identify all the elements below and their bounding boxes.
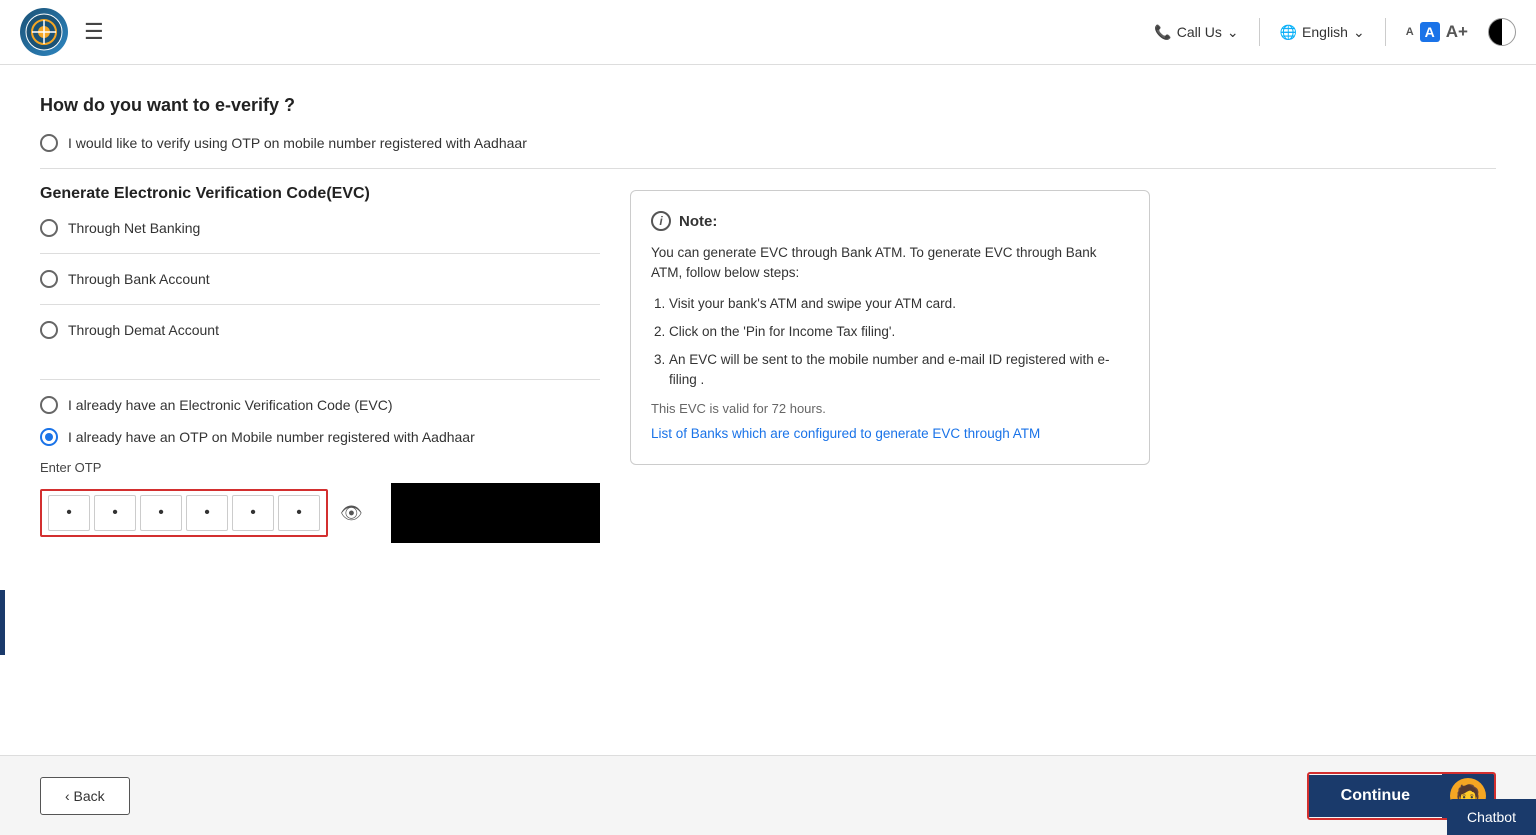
back-label: ‹ Back — [65, 788, 105, 804]
language-label: English — [1302, 24, 1348, 40]
hamburger-menu[interactable]: ☰ — [84, 19, 104, 45]
back-button[interactable]: ‹ Back — [40, 777, 130, 815]
note-title: Note: — [679, 213, 717, 230]
note-box: i Note: You can generate EVC through Ban… — [630, 190, 1150, 465]
redacted-content — [391, 483, 600, 543]
info-icon: i — [651, 211, 671, 231]
call-us-chevron: ⌄ — [1227, 24, 1239, 41]
bank-list-link[interactable]: List of Banks which are configured to ge… — [651, 426, 1040, 441]
radio-demat-account[interactable]: Through Demat Account — [40, 321, 600, 339]
language-dropdown[interactable]: 🌐 English ⌄ — [1280, 24, 1365, 41]
otp-input-2[interactable] — [94, 495, 136, 531]
radio-aadhaar-otp[interactable]: I would like to verify using OTP on mobi… — [40, 134, 1496, 152]
radio-bank-account-label: Through Bank Account — [68, 271, 210, 287]
globe-icon: 🌐 — [1280, 24, 1297, 41]
otp-label: Enter OTP — [40, 460, 600, 475]
note-steps-list: Visit your bank's ATM and swipe your ATM… — [651, 294, 1129, 391]
note-step-3: An EVC will be sent to the mobile number… — [669, 350, 1129, 391]
nav-left: ☰ — [20, 8, 104, 56]
bottom-bar: ‹ Back Continue 🧑 — [0, 755, 1536, 835]
radio-already-otp[interactable]: I already have an OTP on Mobile number r… — [40, 428, 600, 446]
radio-already-evc-circle — [40, 396, 58, 414]
continue-label: Continue — [1341, 787, 1410, 804]
left-column: Generate Electronic Verification Code(EV… — [40, 185, 600, 543]
radio-net-banking[interactable]: Through Net Banking — [40, 219, 600, 237]
font-medium-btn[interactable]: A — [1420, 22, 1440, 42]
radio-bank-account[interactable]: Through Bank Account — [40, 270, 600, 288]
divider-4 — [40, 379, 600, 380]
note-step-1: Visit your bank's ATM and swipe your ATM… — [669, 294, 1129, 314]
language-chevron: ⌄ — [1353, 24, 1365, 41]
font-size-controls: A A A+ — [1406, 22, 1468, 42]
nav-divider-1 — [1259, 18, 1260, 46]
main-content: How do you want to e-verify ? I would li… — [0, 65, 1536, 755]
otp-input-3[interactable] — [140, 495, 182, 531]
divider-3 — [40, 304, 600, 305]
radio-net-banking-circle — [40, 219, 58, 237]
radio-already-evc-label: I already have an Electronic Verificatio… — [68, 397, 393, 413]
radio-already-otp-circle — [40, 428, 58, 446]
page-title: How do you want to e-verify ? — [40, 95, 1496, 116]
otp-section: Enter OTP 👁︎ — [40, 460, 600, 543]
nav-right: 📞 Call Us ⌄ 🌐 English ⌄ A A A+ — [1154, 18, 1516, 46]
phone-icon: 📞 — [1154, 24, 1171, 41]
top-navigation: ☰ 📞 Call Us ⌄ 🌐 English ⌄ A A A+ — [0, 0, 1536, 65]
radio-aadhaar-otp-label: I would like to verify using OTP on mobi… — [68, 135, 527, 151]
note-header: i Note: — [651, 211, 1129, 231]
evc-section-title: Generate Electronic Verification Code(EV… — [40, 185, 600, 203]
radio-already-evc[interactable]: I already have an Electronic Verificatio… — [40, 396, 600, 414]
radio-already-otp-label: I already have an OTP on Mobile number r… — [68, 429, 475, 445]
nav-divider-2 — [1385, 18, 1386, 46]
radio-bank-account-circle — [40, 270, 58, 288]
right-column: i Note: You can generate EVC through Ban… — [630, 185, 1150, 543]
radio-net-banking-label: Through Net Banking — [68, 220, 200, 236]
toggle-visibility-icon[interactable]: 👁︎ — [340, 503, 363, 524]
chatbot-widget[interactable]: Chatbot — [1447, 799, 1536, 835]
otp-input-1[interactable] — [48, 495, 90, 531]
otp-input-4[interactable] — [186, 495, 228, 531]
otp-input-6[interactable] — [278, 495, 320, 531]
divider-2 — [40, 253, 600, 254]
radio-demat-account-label: Through Demat Account — [68, 322, 219, 338]
note-intro: You can generate EVC through Bank ATM. T… — [651, 243, 1129, 284]
chatbot-label: Chatbot — [1467, 809, 1516, 825]
otp-input-5[interactable] — [232, 495, 274, 531]
two-column-layout: Generate Electronic Verification Code(EV… — [40, 185, 1496, 543]
otp-input-row: 👁︎ — [40, 483, 600, 543]
site-logo — [20, 8, 68, 56]
radio-demat-account-circle — [40, 321, 58, 339]
divider-1 — [40, 168, 1496, 169]
call-us-label: Call Us — [1177, 24, 1222, 40]
note-validity: This EVC is valid for 72 hours. — [651, 401, 1129, 416]
call-us-dropdown[interactable]: 📞 Call Us ⌄ — [1154, 24, 1238, 41]
note-step-2: Click on the 'Pin for Income Tax filing'… — [669, 322, 1129, 342]
radio-aadhaar-otp-circle — [40, 134, 58, 152]
otp-boxes-container — [40, 489, 328, 537]
contrast-toggle[interactable] — [1488, 18, 1516, 46]
font-small-btn[interactable]: A — [1406, 26, 1414, 38]
font-large-btn[interactable]: A+ — [1446, 22, 1468, 42]
continue-button[interactable]: Continue — [1309, 775, 1442, 817]
left-accent-bar — [0, 590, 5, 655]
